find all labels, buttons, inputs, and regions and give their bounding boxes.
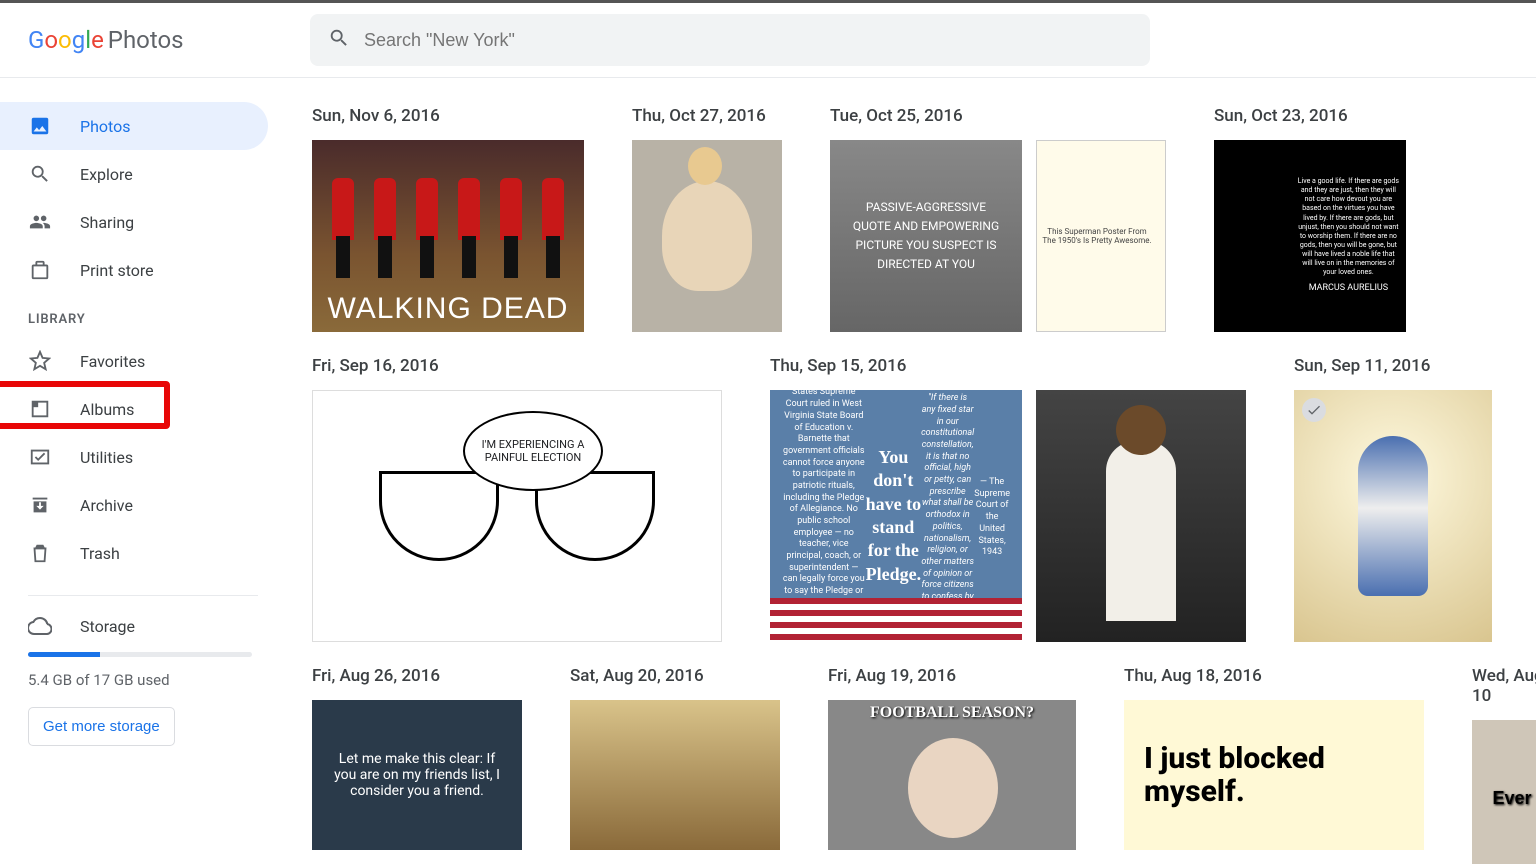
storage-label: Storage [80, 617, 135, 636]
photo-thumbnail[interactable]: Ever [1472, 720, 1536, 864]
thumb-author: MARCUS AURELIUS [1297, 283, 1400, 295]
photos-icon [28, 114, 52, 138]
date-label[interactable]: Tue, Oct 25, 2016 [830, 106, 1166, 126]
date-label[interactable]: Wed, Aug 10 [1472, 666, 1536, 706]
photo-thumbnail[interactable]: FOOTBALL SEASON? [828, 700, 1076, 850]
photo-thumbnail[interactable] [1036, 390, 1246, 642]
nav-archive[interactable]: Archive [0, 481, 268, 529]
date-label[interactable]: Thu, Sep 15, 2016 [770, 356, 1246, 376]
sidebar-divider [28, 595, 258, 596]
photo-thumbnail[interactable]: WALKING DEAD [312, 140, 584, 332]
date-group: Sat, Aug 20, 2016 [570, 666, 780, 864]
select-check-icon[interactable] [1302, 398, 1326, 422]
top-bar: Google Photos [0, 0, 1536, 78]
cloud-icon [28, 614, 52, 638]
date-group: Sun, Sep 11, 2016 [1294, 356, 1492, 642]
date-label[interactable]: Sun, Nov 6, 2016 [312, 106, 584, 126]
date-group: Tue, Oct 25, 2016 PASSIVE-AGGRESSIVE QUO… [830, 106, 1166, 332]
thumb-headline: You don't have to stand for the Pledge. [866, 446, 921, 586]
photo-thumbnail[interactable]: I'M EXPERIENCING A PAINFUL ELECTION [312, 390, 722, 642]
nav-label: Sharing [80, 213, 134, 232]
date-group: Fri, Aug 19, 2016 FOOTBALL SEASON? [828, 666, 1076, 864]
nav-label: Utilities [80, 448, 133, 467]
nav-label: Archive [80, 496, 133, 515]
date-label[interactable]: Sun, Sep 11, 2016 [1294, 356, 1492, 376]
date-group: Sun, Oct 23, 2016 Live a good life. If t… [1214, 106, 1406, 332]
nav-label: Albums [80, 400, 134, 419]
thumb-caption: Let me make this clear: If you are on my… [326, 751, 508, 799]
thumb-caption: Ever [1492, 788, 1531, 809]
nav-print-store[interactable]: Print store [0, 246, 268, 294]
search-icon [328, 27, 350, 53]
thumb-caption: This Superman Poster From The 1950's Is … [1037, 223, 1157, 249]
nav-albums[interactable]: Albums [0, 385, 268, 433]
date-label[interactable]: Thu, Aug 18, 2016 [1124, 666, 1424, 686]
trash-icon [28, 541, 52, 565]
date-group: Sun, Nov 6, 2016 WALKING DEAD [312, 106, 584, 332]
star-icon [28, 349, 52, 373]
date-label[interactable]: Thu, Oct 27, 2016 [632, 106, 782, 126]
thumb-caption: Live a good life. If there are gods and … [1297, 177, 1400, 277]
nav-explore[interactable]: Explore [0, 150, 268, 198]
nav-sharing[interactable]: Sharing [0, 198, 268, 246]
photo-thumbnail[interactable]: I just blocked myself. [1124, 700, 1424, 850]
get-more-storage-button[interactable]: Get more storage [28, 707, 175, 746]
thumb-caption: I just blocked myself. [1144, 742, 1404, 808]
nav-label: Photos [80, 117, 131, 136]
archive-icon [28, 493, 52, 517]
photo-thumbnail[interactable]: PASSIVE-AGGRESSIVE QUOTE AND EMPOWERING … [830, 140, 1022, 332]
date-group: Wed, Aug 10 Ever [1472, 666, 1536, 864]
sidebar: Photos Explore Sharing Print store LIBRA… [0, 78, 280, 864]
date-label[interactable]: Fri, Sep 16, 2016 [312, 356, 722, 376]
date-group: Thu, Oct 27, 2016 [632, 106, 782, 332]
search-input[interactable] [364, 30, 1132, 51]
nav-utilities[interactable]: Utilities [0, 433, 268, 481]
app-name: Photos [108, 26, 184, 54]
date-group: Thu, Aug 18, 2016 I just blocked myself. [1124, 666, 1424, 864]
photo-thumbnail[interactable]: This Superman Poster From The 1950's Is … [1036, 140, 1166, 332]
date-group: Fri, Aug 26, 2016 Let me make this clear… [312, 666, 522, 864]
nav-photos[interactable]: Photos [0, 102, 268, 150]
app-logo[interactable]: Google Photos [28, 26, 310, 54]
date-label[interactable]: Fri, Aug 19, 2016 [828, 666, 1076, 686]
print-store-icon [28, 258, 52, 282]
photo-thumbnail[interactable]: In 1943, the United States Supreme Court… [770, 390, 1022, 642]
utilities-icon [28, 445, 52, 469]
date-group: Thu, Sep 15, 2016 In 1943, the United St… [770, 356, 1246, 642]
date-group: Fri, Sep 16, 2016 I'M EXPERIENCING A PAI… [312, 356, 722, 642]
nav-label: Favorites [80, 352, 145, 371]
storage-bar [28, 652, 252, 657]
thumb-caption: I'M EXPERIENCING A PAINFUL ELECTION [463, 411, 603, 491]
thumb-caption: FOOTBALL SEASON? [828, 704, 1076, 722]
nav-trash[interactable]: Trash [0, 529, 268, 577]
thumb-caption: WALKING DEAD [312, 292, 584, 326]
photo-thumbnail[interactable]: Live a good life. If there are gods and … [1214, 140, 1406, 332]
photo-thumbnail[interactable] [1294, 390, 1492, 642]
sharing-icon [28, 210, 52, 234]
storage-used-text: 5.4 GB of 17 GB used [28, 671, 252, 689]
date-label[interactable]: Fri, Aug 26, 2016 [312, 666, 522, 686]
photo-grid: Sun, Nov 6, 2016 WALKING DEAD Thu, Oct 2… [280, 78, 1536, 864]
date-label[interactable]: Sun, Oct 23, 2016 [1214, 106, 1406, 126]
date-label[interactable]: Sat, Aug 20, 2016 [570, 666, 780, 686]
thumb-caption: PASSIVE-AGGRESSIVE QUOTE AND EMPOWERING … [848, 198, 1004, 275]
library-section-label: LIBRARY [0, 294, 280, 337]
storage-section: Storage 5.4 GB of 17 GB used Get more st… [0, 614, 280, 746]
nav-favorites[interactable]: Favorites [0, 337, 268, 385]
photo-thumbnail[interactable] [570, 700, 780, 850]
thumb-attrib: — The Supreme Court of the United States… [974, 477, 1010, 559]
nav-label: Explore [80, 165, 133, 184]
explore-icon [28, 162, 52, 186]
photo-thumbnail[interactable]: Let me make this clear: If you are on my… [312, 700, 522, 850]
photo-thumbnail[interactable] [632, 140, 782, 332]
albums-icon [28, 397, 52, 421]
nav-label: Trash [80, 544, 120, 563]
nav-label: Print store [80, 261, 154, 280]
search-bar[interactable] [310, 14, 1150, 66]
